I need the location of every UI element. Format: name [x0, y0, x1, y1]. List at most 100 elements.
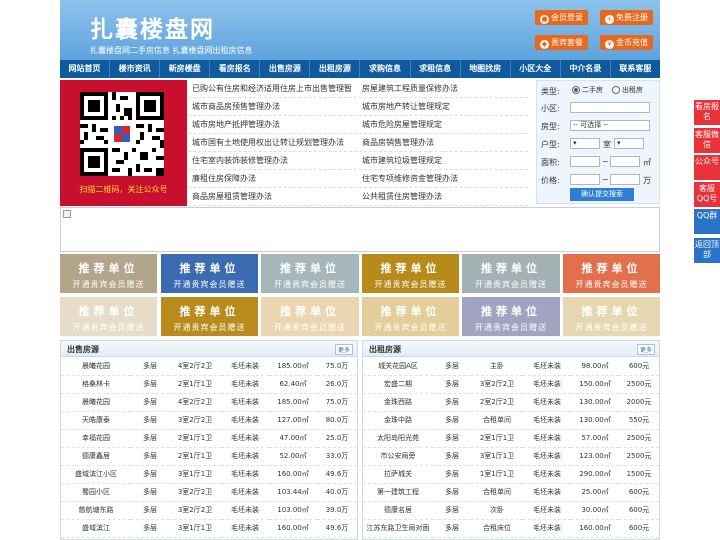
- coin-recharge-button[interactable]: ¥ 金币充值: [600, 35, 653, 50]
- nav-agents[interactable]: 中介名录: [561, 60, 611, 78]
- table-cell[interactable]: 德康名居: [363, 501, 433, 520]
- side-qq-group[interactable]: QQ群: [694, 209, 720, 234]
- policy-link[interactable]: 城市国有土地使用权出让转让规划管理办法: [188, 134, 358, 151]
- nav-new-homes[interactable]: 新房楼盘: [160, 60, 211, 78]
- policy-link[interactable]: 城市房地产转让管理规定: [358, 98, 528, 115]
- recommend-tile[interactable]: 推荐单位 开通贵宾会员赠送: [362, 297, 459, 336]
- recommend-tile[interactable]: 推荐单位 开通贵宾会员赠送: [563, 297, 660, 336]
- table-cell[interactable]: 晨曦花园: [61, 357, 131, 376]
- type-radio-resale[interactable]: [572, 86, 580, 94]
- recommend-tile[interactable]: 推荐单位 开通贵宾会员赠送: [362, 254, 459, 293]
- nav-home[interactable]: 网站首页: [60, 60, 111, 78]
- price-max-input[interactable]: [610, 174, 640, 185]
- policy-link[interactable]: 廉租住房保障办法: [188, 170, 358, 187]
- table-row[interactable]: 盛域滨江小区 多层 3室1厅1卫 毛坯未装 160.00㎡ 49.6万: [61, 465, 357, 484]
- table-cell[interactable]: 拉萨城关: [363, 465, 433, 484]
- nav-map-search[interactable]: 地图找房: [461, 60, 511, 78]
- table-row[interactable]: 城关花园A区 多层 主卧 毛坯未装 98.00㎡ 600元: [363, 357, 659, 376]
- house-type-select[interactable]: -- 可选择 --: [570, 120, 650, 131]
- nav-news[interactable]: 楼市资讯: [110, 60, 161, 78]
- policy-link[interactable]: 住宅室内装饰装修管理办法: [188, 152, 358, 169]
- table-row[interactable]: 德康名居 多层 次卧 毛坯未装 30.00㎡ 600元: [363, 501, 659, 520]
- side-back-to-top[interactable]: 返回顶部: [694, 238, 720, 263]
- nav-contact[interactable]: 联系客服: [611, 60, 660, 78]
- login-button[interactable]: ● 会员登录: [535, 10, 588, 25]
- table-cell[interactable]: 格桑林卡: [61, 375, 131, 394]
- policy-link[interactable]: 城市房地产抵押管理办法: [188, 116, 358, 133]
- table-cell[interactable]: 慈航塘东路: [61, 501, 131, 520]
- side-official-account[interactable]: 公众号: [694, 155, 720, 180]
- table-row[interactable]: 天皓康泰 多层 3室2厅2卫 毛坯未装 127.00㎡ 80.0万: [61, 411, 357, 430]
- table-row[interactable]: 晨曦花园 多层 4室2厅2卫 毛坯未装 185.00㎡ 75.0万: [61, 357, 357, 376]
- side-viewing-signup[interactable]: 看房报名: [694, 100, 720, 125]
- table-row[interactable]: 江苏东路卫生局对面 多层 合租床位 毛坯未装 160.00㎡ 600元: [363, 519, 659, 538]
- policy-link[interactable]: 商品房屋租赁管理办法: [188, 188, 358, 205]
- table-row[interactable]: 蜀园小区 多层 3室2厅2卫 毛坯未装 103.44㎡ 40.0万: [61, 483, 357, 502]
- table-row[interactable]: 宏盛二期 多层 3室2厅2卫 毛坯未装 150.00㎡ 2500元: [363, 375, 659, 394]
- table-cell[interactable]: 幸福花园: [61, 429, 131, 448]
- nav-communities[interactable]: 小区大全: [511, 60, 561, 78]
- table-cell[interactable]: 盛域滨江: [61, 519, 131, 538]
- table-row[interactable]: 德康鑫居 多层 2室1厅1卫 毛坯未装 52.00㎡ 33.0万: [61, 447, 357, 466]
- recommend-tile[interactable]: 推荐单位 开通贵宾会员赠送: [161, 254, 258, 293]
- side-wechat[interactable]: 客服微信: [694, 128, 720, 153]
- policy-link[interactable]: 已购公有住房和经济适用住房上市出售管理暂: [188, 80, 358, 97]
- table-cell[interactable]: 城关花园A区: [363, 357, 433, 376]
- table-cell[interactable]: 金珠中路: [363, 411, 433, 430]
- nav-for-sale[interactable]: 出售房源: [260, 60, 311, 78]
- hall-select[interactable]: ▾: [614, 138, 644, 149]
- table-row[interactable]: 金珠西路 多层 2室2厅2卫 毛坯未装 130.00㎡ 2000元: [363, 393, 659, 412]
- policy-link[interactable]: 城市商品房预售管理办法: [188, 98, 358, 115]
- table-row[interactable]: 市公安局旁 多层 3室1厅1卫 毛坯未装 123.00㎡ 2500元: [363, 447, 659, 466]
- table-cell[interactable]: 蜀园小区: [61, 483, 131, 502]
- nav-for-rent[interactable]: 出租房源: [310, 60, 361, 78]
- policy-link[interactable]: 房屋建筑工程质量保修办法: [358, 80, 528, 97]
- table-cell[interactable]: 太阳岛阳光苑: [363, 429, 433, 448]
- vip-package-button[interactable]: ◆ 贵宾套餐: [535, 35, 588, 50]
- table-cell[interactable]: 宏盛二期: [363, 375, 433, 394]
- policy-link[interactable]: 城市建筑垃圾管理规定: [358, 152, 528, 169]
- policy-link[interactable]: 住宅专项维修资金管理办法: [358, 170, 528, 187]
- recommend-tile[interactable]: 推荐单位 开通贵宾会员赠送: [462, 254, 560, 293]
- table-row[interactable]: 晨曦花园 多层 4室2厅2卫 毛坯未装 185.00㎡ 75.0万: [61, 393, 357, 412]
- policy-link[interactable]: 商品房销售管理办法: [358, 134, 528, 151]
- room-select[interactable]: ▾: [570, 138, 600, 149]
- recommend-tile[interactable]: 推荐单位 开通贵宾会员赠送: [161, 297, 258, 336]
- sale-more-button[interactable]: 更多: [334, 344, 353, 355]
- policy-link[interactable]: 公共租赁住房管理办法: [358, 188, 528, 205]
- rent-more-button[interactable]: 更多: [636, 344, 655, 355]
- price-min-input[interactable]: [570, 174, 600, 185]
- table-row[interactable]: 慈航塘东路 多层 3室2厅2卫 毛坯未装 103.00㎡ 39.0万: [61, 501, 357, 520]
- recommend-tile[interactable]: 推荐单位 开通贵宾会员赠送: [261, 254, 359, 293]
- table-row[interactable]: 拉萨城关 多层 1室1厅1卫 毛坯未装 290.00㎡ 1500元: [363, 465, 659, 484]
- recommend-tile[interactable]: 推荐单位 开通贵宾会员赠送: [462, 297, 560, 336]
- table-row[interactable]: 第一建筑工程 多层 合租单间 毛坯未装 25.00㎡ 600元: [363, 483, 659, 502]
- recommend-tile[interactable]: 推荐单位 开通贵宾会员赠送: [563, 254, 660, 293]
- policy-link[interactable]: 城市危险房屋管理规定: [358, 116, 528, 133]
- site-logo[interactable]: 扎囊楼盘网: [90, 10, 215, 44]
- table-cell[interactable]: 第一建筑工程: [363, 483, 433, 502]
- recommend-tile[interactable]: 推荐单位 开通贵宾会员赠送: [261, 297, 359, 336]
- recommend-tile[interactable]: 推荐单位 开通贵宾会员赠送: [60, 297, 157, 336]
- table-cell[interactable]: 晨曦花园: [61, 393, 131, 412]
- table-cell[interactable]: 金珠西路: [363, 393, 433, 412]
- area-min-input[interactable]: [570, 156, 600, 167]
- ad-banner[interactable]: [60, 207, 660, 252]
- table-cell[interactable]: 江苏东路卫生局对面: [363, 519, 433, 538]
- register-button[interactable]: + 免费注册: [600, 10, 653, 25]
- table-cell[interactable]: 市公安局旁: [363, 447, 433, 466]
- area-max-input[interactable]: [610, 156, 640, 167]
- table-cell[interactable]: 盛域滨江小区: [61, 465, 131, 484]
- table-row[interactable]: 格桑林卡 多层 2室1厅1卫 毛坯未装 62.40㎡ 26.0万: [61, 375, 357, 394]
- table-row[interactable]: 盛域滨江 多层 3室1厅1卫 毛坯未装 160.00㎡ 49.6万: [61, 519, 357, 538]
- nav-wanted-buy[interactable]: 求购信息: [360, 60, 411, 78]
- table-cell[interactable]: 天皓康泰: [61, 411, 131, 430]
- type-radio-rent[interactable]: [612, 86, 620, 94]
- nav-wanted-rent[interactable]: 求租信息: [411, 60, 461, 78]
- nav-viewing-signup[interactable]: 看房报名: [210, 60, 261, 78]
- community-input[interactable]: [570, 102, 650, 113]
- table-row[interactable]: 幸福花园 多层 2室1厅1卫 毛坯未装 47.00㎡ 25.0万: [61, 429, 357, 448]
- search-submit-button[interactable]: 确认提交搜索: [570, 188, 634, 201]
- side-qq[interactable]: 客服QQ号: [694, 182, 720, 207]
- recommend-tile[interactable]: 推荐单位 开通贵宾会员赠送: [60, 254, 157, 293]
